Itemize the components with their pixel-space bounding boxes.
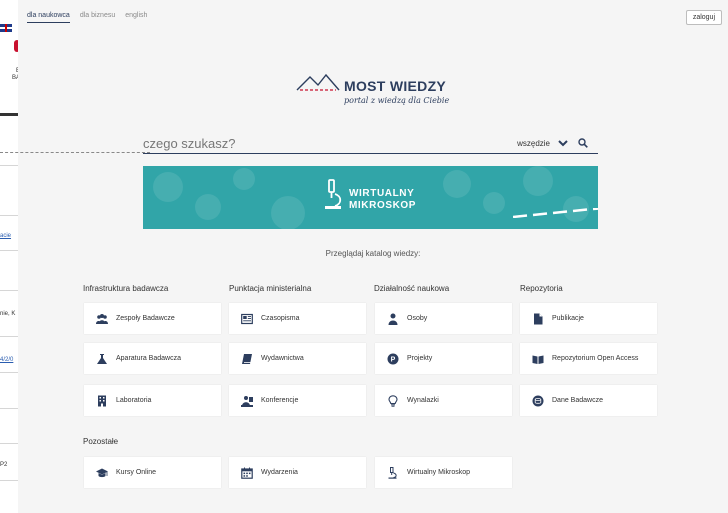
nav-link-scientist[interactable]: dla naukowca (27, 12, 70, 23)
tile-label: Osoby (407, 315, 428, 322)
catalog-tile-research-teams[interactable]: Zespoły Badawcze (84, 303, 221, 334)
catalog-tile-publications[interactable]: Publikacje (520, 303, 657, 334)
nav-link-business[interactable]: dla biznesu (80, 12, 115, 23)
background-text: nie, K (0, 311, 16, 317)
open-book-icon (531, 352, 544, 365)
tile-label: Czasopisma (261, 315, 300, 322)
brand-tagline: portal z wiedzą dla Ciebie (344, 96, 450, 105)
tile-label: Wynalazki (407, 397, 439, 404)
background-link[interactable]: 4/2/0 (0, 357, 13, 363)
building-icon (95, 394, 108, 407)
catalog-tile-research-equipment[interactable]: Aparatura Badawcza (84, 343, 221, 374)
tile-label: Publikacje (552, 315, 584, 322)
tile-label: Wydarzenia (261, 469, 298, 476)
tile-label: Projekty (407, 355, 433, 362)
tile-label: Konferencje (261, 397, 299, 404)
tile-label: Aparatura Badawcza (116, 355, 181, 362)
main-panel: dla naukowca dla biznesu english zaloguj… (0, 0, 728, 513)
newspaper-icon (240, 312, 253, 325)
other-heading: Pozostałe (83, 437, 119, 446)
data-icon (531, 394, 544, 407)
svg-text:P: P (390, 356, 395, 363)
browse-catalog-label: Przeglądaj katalog wiedzy: (325, 249, 421, 258)
tile-label: Repozytorium Open Access (552, 355, 639, 362)
people-icon (95, 312, 108, 325)
uk-flag-icon[interactable] (0, 24, 12, 32)
catalog-tile-laboratories[interactable]: Laboratoria (84, 385, 221, 416)
background-link[interactable]: acie (0, 233, 11, 239)
banner-title-line: WIRTUALNY (349, 188, 415, 199)
column-heading: Punktacja ministerialna (229, 284, 312, 293)
search-bar: wszędzie (143, 133, 598, 154)
person-icon (386, 312, 399, 325)
banner-title-line: MIKROSKOP (349, 200, 417, 211)
column-heading: Infrastruktura badawcza (83, 284, 169, 293)
catalog-tile-virtual-microscope[interactable]: Wirtualny Mikroskop (375, 457, 512, 488)
search-scope-select[interactable]: wszędzie (517, 139, 550, 148)
document-icon (531, 312, 544, 325)
tile-label: Zespoły Badawcze (116, 315, 175, 322)
search-icon[interactable] (578, 138, 588, 148)
catalog-tile-open-access-repository[interactable]: Repozytorium Open Access (520, 343, 657, 374)
catalog-tile-events[interactable]: Wydarzenia (229, 457, 366, 488)
nav-link-english[interactable]: english (125, 12, 147, 23)
chevron-down-icon[interactable] (558, 139, 568, 147)
column-heading: Działalność naukowa (374, 284, 450, 293)
tile-label: Laboratoria (116, 397, 152, 404)
microscope-icon (323, 179, 343, 216)
catalog-tile-research-data[interactable]: Dane Badawcze (520, 385, 657, 416)
catalog-tile-people[interactable]: Osoby (375, 303, 512, 334)
calendar-icon (240, 466, 253, 479)
lightbulb-icon (386, 394, 399, 407)
brand-logo[interactable]: MOST WIEDZY (296, 72, 446, 99)
decorative-dashes (513, 208, 598, 218)
graduation-cap-icon (95, 466, 108, 479)
tile-label: Dane Badawcze (552, 397, 603, 404)
virtual-microscope-banner[interactable]: WIRTUALNY MIKROSKOP (143, 166, 598, 229)
catalog-tile-online-courses[interactable]: Kursy Online (84, 457, 221, 488)
catalog-tile-publishers[interactable]: Wydawnictwa (229, 343, 366, 374)
tile-label: Wydawnictwa (261, 355, 304, 362)
decorative-dashed-line (0, 152, 150, 153)
catalog-tile-inventions[interactable]: Wynalazki (375, 385, 512, 416)
background-text: P2 (0, 462, 8, 468)
search-input[interactable] (143, 135, 518, 151)
tile-label: Wirtualny Mikroskop (407, 469, 471, 476)
catalog-tile-conferences[interactable]: Konferencje (229, 385, 366, 416)
flask-icon (95, 352, 108, 365)
audience-nav: dla naukowca dla biznesu english (27, 12, 147, 23)
microscope-icon (386, 466, 399, 479)
column-heading: Repozytoria (520, 284, 563, 293)
tile-label: Kursy Online (116, 469, 157, 476)
project-icon: P (386, 352, 399, 365)
login-button[interactable]: zaloguj (685, 10, 722, 25)
catalog-tile-journals[interactable]: Czasopisma (229, 303, 366, 334)
mountain-logo-icon (296, 72, 340, 99)
book-icon (240, 352, 253, 365)
banner-title: WIRTUALNY MIKROSKOP (349, 188, 416, 212)
catalog-tile-projects[interactable]: P Projekty (375, 343, 512, 374)
presenter-icon (240, 394, 253, 407)
brand-name: MOST WIEDZY (344, 77, 447, 94)
